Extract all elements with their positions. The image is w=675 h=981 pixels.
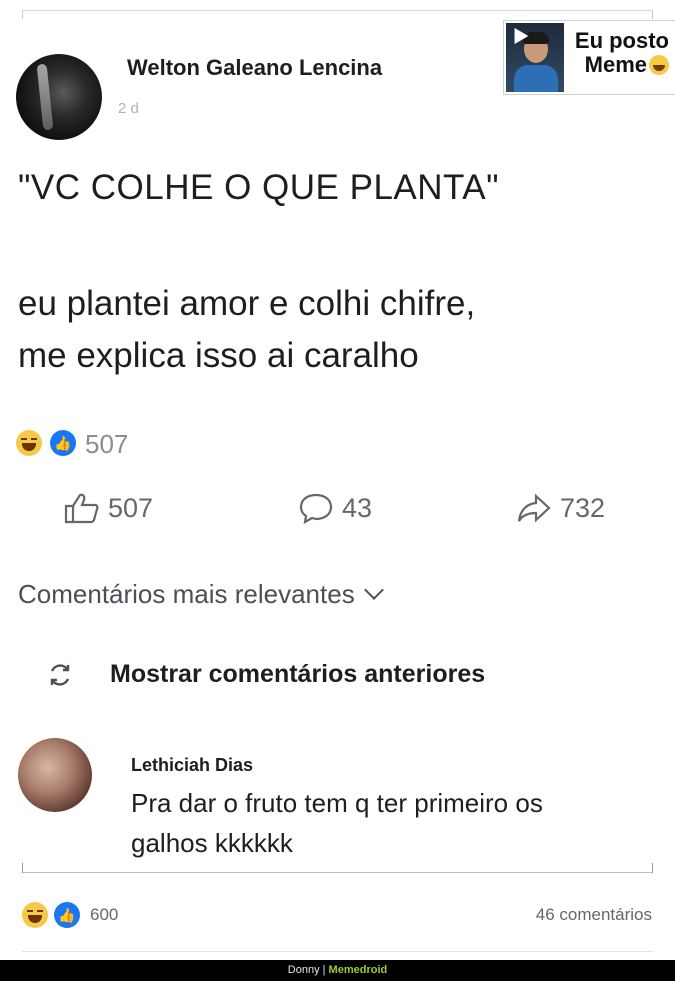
author-avatar[interactable] <box>16 54 102 140</box>
commenter-name[interactable]: Lethiciah Dias <box>131 755 253 776</box>
like-count: 507 <box>108 492 154 523</box>
watermark-brand: Memedroid <box>328 964 388 976</box>
comment-text-line-2: galhos kkkkkk <box>131 828 293 858</box>
author-name[interactable]: Welton Galeano Lencina <box>127 55 382 81</box>
post-quote: "VC COLHE O QUE PLANTA" <box>18 168 500 207</box>
watermark-user: Donny <box>287 964 320 976</box>
comment-sort-label: Comentários mais relevantes <box>18 579 355 609</box>
post-body: eu plantei amor e colhi chifre, me expli… <box>18 278 658 382</box>
footer-comments-count[interactable]: 46 comentários <box>536 905 652 925</box>
like-emoji-icon: 👍 <box>54 902 80 928</box>
post-body-line-1: eu plantei amor e colhi chifre, <box>18 284 476 323</box>
like-emoji-icon: 👍 <box>50 430 76 456</box>
watermark-separator: | <box>322 964 326 976</box>
show-previous-comments[interactable]: Mostrar comentários anteriores <box>46 660 485 689</box>
thumbs-up-icon <box>64 493 99 524</box>
refresh-icon <box>50 663 70 686</box>
comment-bubble-icon <box>299 493 333 524</box>
top-divider <box>22 10 653 19</box>
comment-count: 43 <box>342 492 373 523</box>
post-body-line-2: me explica isso ai caralho <box>18 336 419 375</box>
share-count: 732 <box>560 492 606 523</box>
footer-divider <box>22 951 653 952</box>
comment-button[interactable]: 43 <box>298 492 372 524</box>
comment-text: Pra dar o fruto tem q ter primeiro os ga… <box>131 783 651 863</box>
post-timestamp[interactable]: 2 d <box>118 100 139 117</box>
footer-reaction-count[interactable]: 600 <box>90 905 118 925</box>
watermark-bar: Donny | Memedroid <box>0 960 675 981</box>
post-actions: 507 43 732 <box>0 492 675 528</box>
comment-divider <box>22 863 653 873</box>
laugh-emoji-icon <box>16 430 42 456</box>
badge-line-2: Meme <box>584 52 647 77</box>
laugh-emoji-icon <box>22 902 48 928</box>
like-button[interactable]: 507 <box>64 492 153 524</box>
chevron-down-icon <box>363 580 384 600</box>
badge-line-1: Eu posto <box>574 28 669 53</box>
meme-page-badge: Eu posto Meme <box>503 20 675 95</box>
comment-text-line-1: Pra dar o fruto tem q ter primeiro os <box>131 788 543 818</box>
commenter-avatar[interactable] <box>18 738 92 812</box>
show-previous-label: Mostrar comentários anteriores <box>110 660 486 688</box>
share-button[interactable]: 732 <box>516 492 605 524</box>
badge-photo <box>506 23 564 92</box>
laugh-emoji-icon <box>649 55 669 75</box>
share-arrow-icon <box>517 493 551 523</box>
reaction-count[interactable]: 507 <box>85 429 128 460</box>
comment-sort-dropdown[interactable]: Comentários mais relevantes <box>18 579 384 610</box>
